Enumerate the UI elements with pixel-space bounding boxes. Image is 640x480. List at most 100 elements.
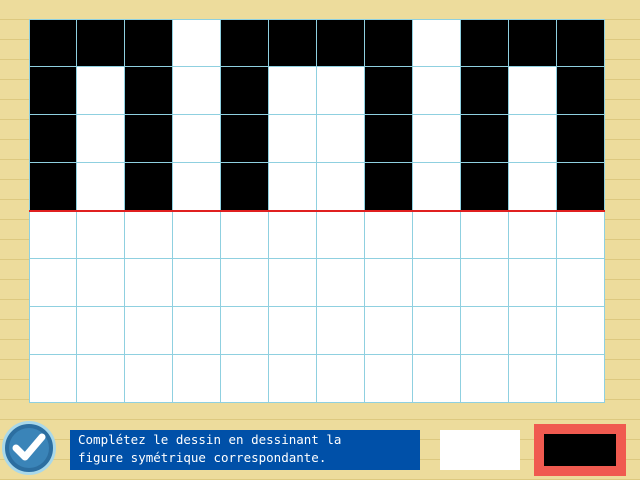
- grid-cell[interactable]: [413, 115, 461, 163]
- grid-cell[interactable]: [77, 115, 125, 163]
- grid-cell[interactable]: [461, 211, 509, 259]
- grid-cell[interactable]: [557, 163, 605, 211]
- grid-cell[interactable]: [29, 307, 77, 355]
- grid-cell[interactable]: [365, 307, 413, 355]
- grid-cell[interactable]: [509, 19, 557, 67]
- grid-cell[interactable]: [269, 307, 317, 355]
- grid-cell[interactable]: [557, 211, 605, 259]
- grid-cell[interactable]: [461, 355, 509, 403]
- grid-cell[interactable]: [77, 67, 125, 115]
- grid-cell[interactable]: [557, 19, 605, 67]
- grid-cell[interactable]: [461, 307, 509, 355]
- grid-cell[interactable]: [173, 307, 221, 355]
- grid-cell[interactable]: [77, 19, 125, 67]
- grid-cell[interactable]: [29, 19, 77, 67]
- grid-cell[interactable]: [29, 67, 77, 115]
- grid-cell[interactable]: [413, 67, 461, 115]
- grid-cell[interactable]: [461, 19, 509, 67]
- grid-cell[interactable]: [29, 211, 77, 259]
- grid-cell[interactable]: [29, 355, 77, 403]
- grid-cell[interactable]: [509, 115, 557, 163]
- grid-cell[interactable]: [77, 355, 125, 403]
- grid-cell[interactable]: [173, 67, 221, 115]
- grid-cell[interactable]: [317, 163, 365, 211]
- grid-cell[interactable]: [125, 67, 173, 115]
- grid-cell[interactable]: [29, 163, 77, 211]
- color-swatch-white[interactable]: [440, 430, 520, 470]
- grid-cell[interactable]: [269, 115, 317, 163]
- grid-cell[interactable]: [509, 259, 557, 307]
- grid-cell[interactable]: [173, 163, 221, 211]
- grid-cell[interactable]: [317, 259, 365, 307]
- grid-cell[interactable]: [221, 211, 269, 259]
- grid-cell[interactable]: [461, 115, 509, 163]
- grid-cell[interactable]: [29, 259, 77, 307]
- grid-cell[interactable]: [221, 307, 269, 355]
- grid-cell[interactable]: [509, 163, 557, 211]
- grid-cell[interactable]: [365, 115, 413, 163]
- grid-cell[interactable]: [317, 355, 365, 403]
- grid-cell[interactable]: [125, 307, 173, 355]
- grid-cell[interactable]: [125, 115, 173, 163]
- grid-cell[interactable]: [269, 19, 317, 67]
- validate-button[interactable]: [2, 421, 56, 475]
- grid-cell[interactable]: [413, 259, 461, 307]
- grid-cell[interactable]: [173, 211, 221, 259]
- grid-cell[interactable]: [557, 307, 605, 355]
- grid-cell[interactable]: [77, 211, 125, 259]
- grid-cell[interactable]: [269, 355, 317, 403]
- grid-cell[interactable]: [77, 259, 125, 307]
- grid-cell[interactable]: [461, 163, 509, 211]
- grid-cell[interactable]: [173, 355, 221, 403]
- grid-cell[interactable]: [317, 211, 365, 259]
- grid-cell[interactable]: [77, 163, 125, 211]
- grid-cell[interactable]: [173, 19, 221, 67]
- grid-cell[interactable]: [557, 259, 605, 307]
- grid-cell[interactable]: [317, 19, 365, 67]
- grid-cell[interactable]: [413, 19, 461, 67]
- grid-cell[interactable]: [173, 115, 221, 163]
- grid-cell[interactable]: [29, 115, 77, 163]
- grid-cell[interactable]: [221, 115, 269, 163]
- grid-cell[interactable]: [269, 211, 317, 259]
- grid-cell[interactable]: [413, 355, 461, 403]
- grid-cell[interactable]: [221, 355, 269, 403]
- grid-cell[interactable]: [461, 259, 509, 307]
- color-swatch-black-selected[interactable]: [534, 424, 626, 476]
- grid-cell[interactable]: [365, 259, 413, 307]
- grid-cell[interactable]: [413, 307, 461, 355]
- grid-cell[interactable]: [509, 355, 557, 403]
- grid-cell[interactable]: [269, 163, 317, 211]
- grid-cell[interactable]: [365, 211, 413, 259]
- grid-cell[interactable]: [317, 115, 365, 163]
- grid-cell[interactable]: [221, 19, 269, 67]
- grid-cell[interactable]: [509, 211, 557, 259]
- grid-cell[interactable]: [221, 259, 269, 307]
- grid-cell[interactable]: [365, 67, 413, 115]
- grid-cell[interactable]: [125, 19, 173, 67]
- grid-cell[interactable]: [461, 67, 509, 115]
- grid-cell[interactable]: [557, 115, 605, 163]
- grid-cell[interactable]: [269, 67, 317, 115]
- grid-cell[interactable]: [365, 355, 413, 403]
- grid-cell[interactable]: [317, 67, 365, 115]
- grid-cell[interactable]: [221, 163, 269, 211]
- grid-cell[interactable]: [509, 67, 557, 115]
- grid-cell[interactable]: [125, 259, 173, 307]
- grid-cell[interactable]: [125, 211, 173, 259]
- grid-cell[interactable]: [557, 355, 605, 403]
- grid-cell[interactable]: [509, 307, 557, 355]
- grid-cell[interactable]: [221, 67, 269, 115]
- grid-cell[interactable]: [557, 67, 605, 115]
- grid-cell[interactable]: [413, 163, 461, 211]
- grid-cell[interactable]: [269, 259, 317, 307]
- grid-cell[interactable]: [317, 307, 365, 355]
- grid-cell[interactable]: [365, 163, 413, 211]
- grid-cell[interactable]: [365, 19, 413, 67]
- grid-cell[interactable]: [77, 307, 125, 355]
- grid-cell[interactable]: [173, 259, 221, 307]
- grid-cell[interactable]: [125, 163, 173, 211]
- grid-cell[interactable]: [125, 355, 173, 403]
- instruction-text: Complétez le dessin en dessinant la figu…: [70, 430, 420, 470]
- grid-cell[interactable]: [413, 211, 461, 259]
